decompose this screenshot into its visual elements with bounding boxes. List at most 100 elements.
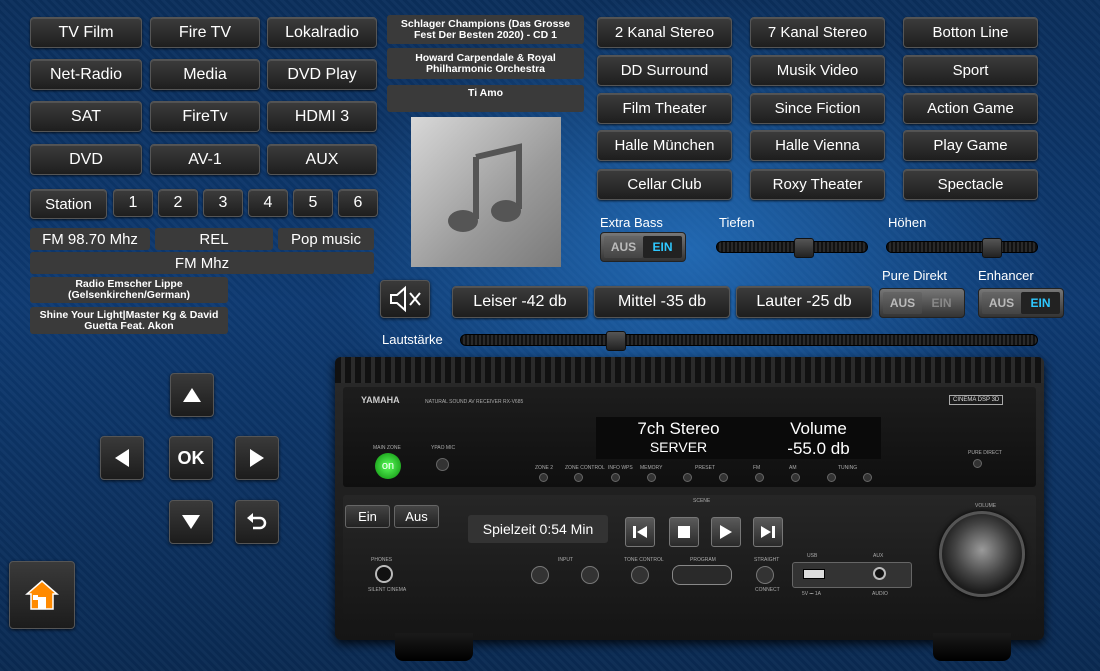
nav-down-button[interactable] xyxy=(169,500,213,544)
source-button[interactable]: DVD Play xyxy=(267,59,377,90)
source-button[interactable]: Fire TV xyxy=(150,17,260,48)
preset-up-button[interactable] xyxy=(719,473,728,482)
memory-button[interactable] xyxy=(647,473,656,482)
pure-direkt-toggle[interactable]: AUS EIN xyxy=(879,288,965,318)
sound-mode-button[interactable]: Cellar Club xyxy=(597,169,732,200)
mute-button[interactable] xyxy=(380,280,430,318)
sound-mode-button[interactable]: DD Surround xyxy=(597,55,732,86)
tone-control-button[interactable] xyxy=(631,566,649,584)
preset-button[interactable]: 3 xyxy=(203,189,243,217)
preset-button[interactable]: 2 xyxy=(158,189,198,217)
arrow-up-icon xyxy=(183,388,201,402)
nav-ok-button[interactable]: OK xyxy=(169,436,213,480)
zone-control-label: ZONE CONTROL xyxy=(565,465,605,471)
am-button[interactable] xyxy=(791,473,800,482)
station-button[interactable]: Station xyxy=(30,189,107,219)
usb-label: USB xyxy=(807,553,818,559)
pure-direkt-off: AUS xyxy=(883,292,922,314)
home-button[interactable] xyxy=(9,561,75,629)
receiver-power-on-button[interactable]: Ein xyxy=(345,505,390,528)
preset-button[interactable]: 5 xyxy=(293,189,333,217)
main-zone-label: MAIN ZONE xyxy=(373,445,401,451)
preset-label: PRESET xyxy=(695,465,716,471)
hoehen-label: Höhen xyxy=(888,215,927,230)
sound-mode-button[interactable]: Botton Line xyxy=(903,17,1038,48)
nav-back-button[interactable] xyxy=(235,500,279,544)
tiefen-slider-knob[interactable] xyxy=(793,238,814,258)
ypao-label: YPAO MIC xyxy=(431,445,456,451)
program-selector[interactable] xyxy=(672,565,732,585)
aux-jack xyxy=(873,567,886,580)
volume-lauter-button[interactable]: Lauter -25 db xyxy=(736,286,872,318)
source-button[interactable]: TV Film xyxy=(30,17,142,48)
volume-leiser-button[interactable]: Leiser -42 db xyxy=(452,286,588,318)
straight-label: STRAIGHT xyxy=(754,557,780,563)
sound-mode-button[interactable]: Musik Video xyxy=(750,55,885,86)
volume-slider[interactable] xyxy=(460,331,1038,351)
scene-label: SCENE xyxy=(693,498,711,504)
sound-mode-button[interactable]: Spectacle xyxy=(903,169,1038,200)
sound-mode-button[interactable]: Action Game xyxy=(903,93,1038,124)
pure-direkt-on: EIN xyxy=(931,296,952,310)
preset-down-button[interactable] xyxy=(683,473,692,482)
sound-mode-button[interactable]: 7 Kanal Stereo xyxy=(750,17,885,48)
source-button[interactable]: Net-Radio xyxy=(30,59,142,90)
input-left-button[interactable] xyxy=(531,566,549,584)
cinema-dsp-logo: CINEMA DSP 3D xyxy=(949,395,1004,405)
zone2-button[interactable] xyxy=(539,473,548,482)
volume-mittel-button[interactable]: Mittel -35 db xyxy=(594,286,730,318)
source-button[interactable]: FireTv xyxy=(150,101,260,132)
nav-up-button[interactable] xyxy=(170,373,214,417)
previous-track-button[interactable] xyxy=(625,517,655,547)
tuning-up-button[interactable] xyxy=(863,473,872,482)
stop-button[interactable] xyxy=(669,517,699,547)
zone-control-button[interactable] xyxy=(574,473,583,482)
tiefen-slider[interactable] xyxy=(716,238,868,258)
preset-button[interactable]: 1 xyxy=(113,189,153,217)
volume-slider-knob[interactable] xyxy=(606,331,627,351)
source-button[interactable]: DVD xyxy=(30,144,142,175)
extra-bass-toggle[interactable]: AUS EIN xyxy=(600,232,686,262)
source-button[interactable]: Lokalradio xyxy=(267,17,377,48)
sound-mode-button[interactable]: Film Theater xyxy=(597,93,732,124)
info-button[interactable] xyxy=(611,473,620,482)
album-art xyxy=(411,117,561,267)
hoehen-slider-knob[interactable] xyxy=(982,238,1003,258)
source-button[interactable]: AUX xyxy=(267,144,377,175)
hoehen-slider[interactable] xyxy=(886,238,1038,258)
phones-jack xyxy=(375,565,393,583)
sound-mode-button[interactable]: Play Game xyxy=(903,130,1038,161)
sound-mode-button[interactable]: 2 Kanal Stereo xyxy=(597,17,732,48)
next-track-button[interactable] xyxy=(753,517,783,547)
extra-bass-label: Extra Bass xyxy=(600,215,663,230)
sound-mode-button[interactable]: Sport xyxy=(903,55,1038,86)
receiver-grille xyxy=(335,357,1044,383)
tuning-label: TUNING xyxy=(838,465,858,471)
enhancer-toggle[interactable]: AUS EIN xyxy=(978,288,1064,318)
tuning-down-button[interactable] xyxy=(827,473,836,482)
radio-genre: Pop music xyxy=(278,228,374,250)
nav-right-button[interactable] xyxy=(235,436,279,480)
sound-mode-button[interactable]: Halle Vienna xyxy=(750,130,885,161)
fm-button[interactable] xyxy=(755,473,764,482)
straight-button[interactable] xyxy=(756,566,774,584)
play-button[interactable] xyxy=(711,517,741,547)
nav-left-button[interactable] xyxy=(100,436,144,480)
source-button[interactable]: Media xyxy=(150,59,260,90)
input-right-button[interactable] xyxy=(581,566,599,584)
volume-knob[interactable] xyxy=(939,511,1025,597)
source-button[interactable]: HDMI 3 xyxy=(267,101,377,132)
source-button[interactable]: AV-1 xyxy=(150,144,260,175)
album-title: Schlager Champions (Das Grosse Fest Der … xyxy=(387,15,584,44)
receiver-power-off-button[interactable]: Aus xyxy=(394,505,439,528)
power-indicator[interactable]: on xyxy=(375,453,401,479)
usb-port xyxy=(803,569,825,579)
source-button[interactable]: SAT xyxy=(30,101,142,132)
enhancer-label: Enhancer xyxy=(978,268,1034,283)
preset-button[interactable]: 6 xyxy=(338,189,378,217)
sound-mode-button[interactable]: Since Fiction xyxy=(750,93,885,124)
sound-mode-button[interactable]: Roxy Theater xyxy=(750,169,885,200)
sound-mode-button[interactable]: Halle München xyxy=(597,130,732,161)
preset-button[interactable]: 4 xyxy=(248,189,288,217)
pure-direct-button[interactable] xyxy=(973,459,982,468)
